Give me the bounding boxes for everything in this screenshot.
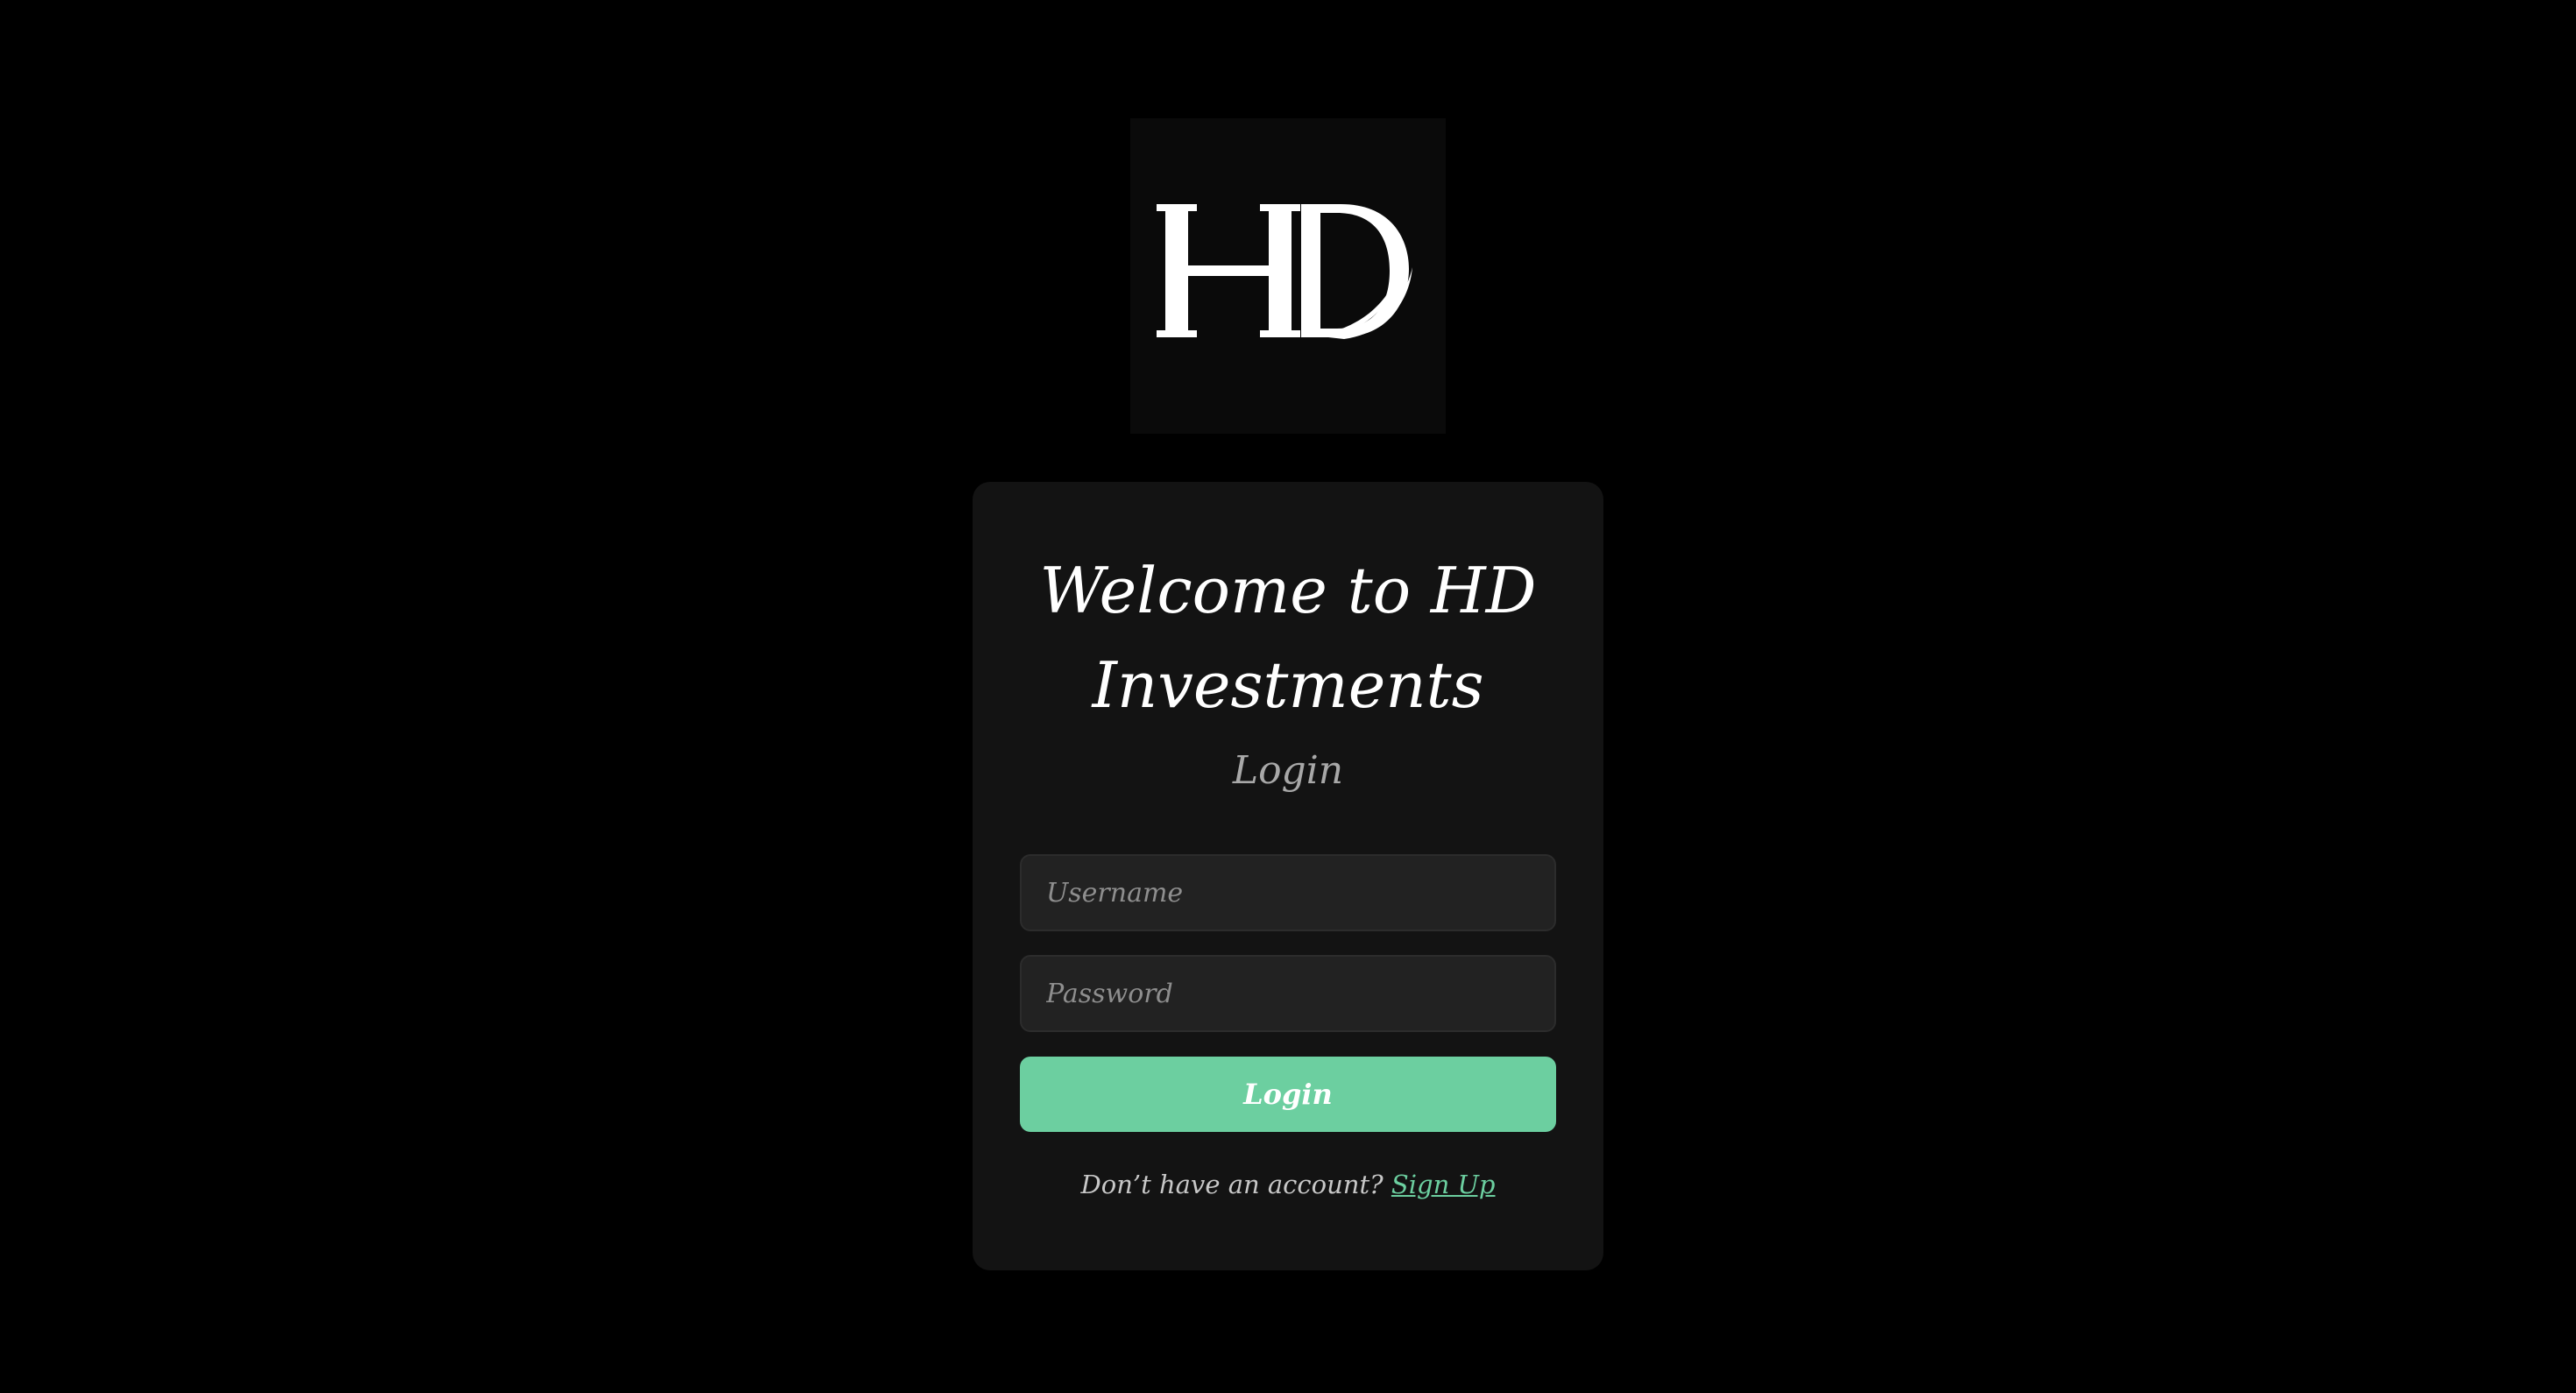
username-input[interactable] [1020,854,1556,931]
password-input[interactable] [1020,955,1556,1032]
login-subtitle: Login [1232,748,1344,793]
hd-logo [1130,118,1446,434]
welcome-title: Welcome to HD Investments [1039,554,1537,722]
signup-prompt-line: Don’t have an account? Sign Up [973,1170,1603,1199]
signup-link[interactable]: Sign Up [1391,1170,1496,1199]
login-card: Welcome to HD Investments Login Login Do… [973,482,1603,1270]
hd-logo-mark [1157,204,1412,339]
signup-prompt-text: Don’t have an account? [1080,1170,1384,1199]
login-button[interactable]: Login [1020,1057,1556,1132]
page: Welcome to HD Investments Login Login Do… [0,0,2576,1393]
